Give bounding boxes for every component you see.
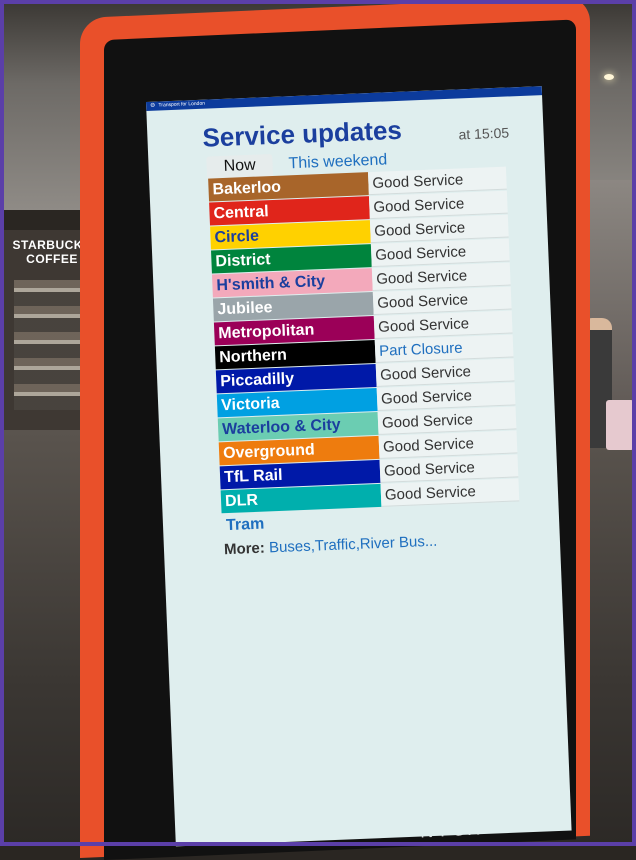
update-time: at 15:05 (458, 124, 510, 143)
tfl-roundel-icon: ⊖ (150, 102, 156, 109)
more-links-text[interactable]: Buses,Traffic,River Bus... (269, 533, 438, 557)
more-label: More: (223, 539, 266, 559)
ceiling-light (604, 74, 614, 80)
kiosk-screen[interactable]: ⊖ Transport for London Service updates a… (146, 86, 572, 847)
page-title: Service updates (201, 114, 403, 153)
line-status-list: Bakerloo Good Service Central Good Service C… (208, 166, 524, 538)
suitcase (606, 400, 634, 450)
tab-now[interactable]: Now (206, 153, 274, 179)
tfl-topbar-label: Transport for London (158, 100, 206, 109)
